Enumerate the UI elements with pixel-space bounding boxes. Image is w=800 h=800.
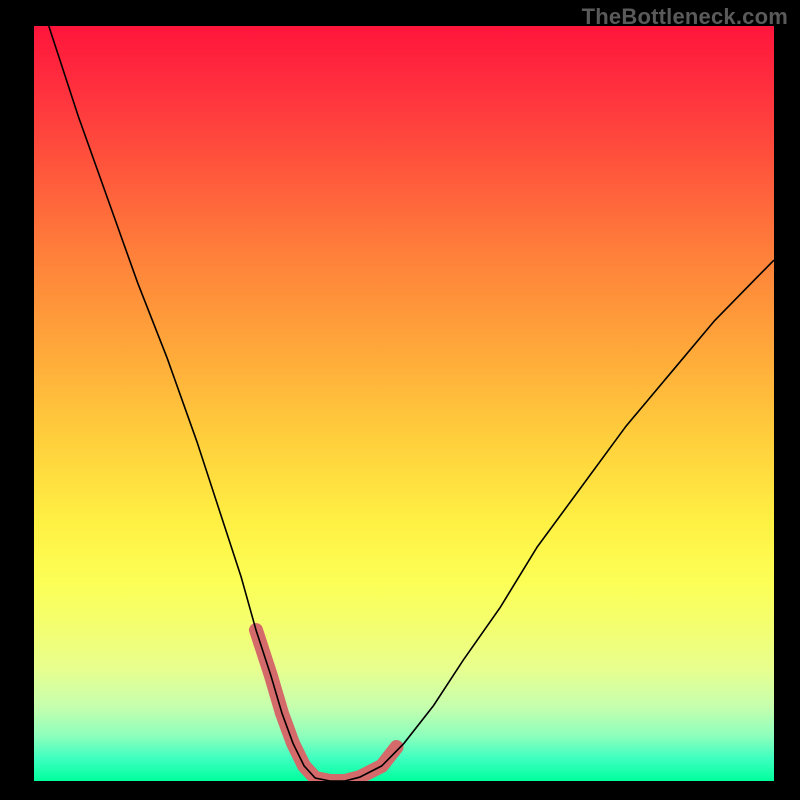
series-curve	[49, 26, 774, 781]
series-highlight-left	[256, 630, 315, 778]
watermark-text: TheBottleneck.com	[582, 4, 788, 30]
series-highlight-right	[360, 747, 397, 777]
chart-plot-area	[34, 26, 774, 781]
chart-frame: TheBottleneck.com	[0, 0, 800, 800]
chart-svg	[34, 26, 774, 781]
